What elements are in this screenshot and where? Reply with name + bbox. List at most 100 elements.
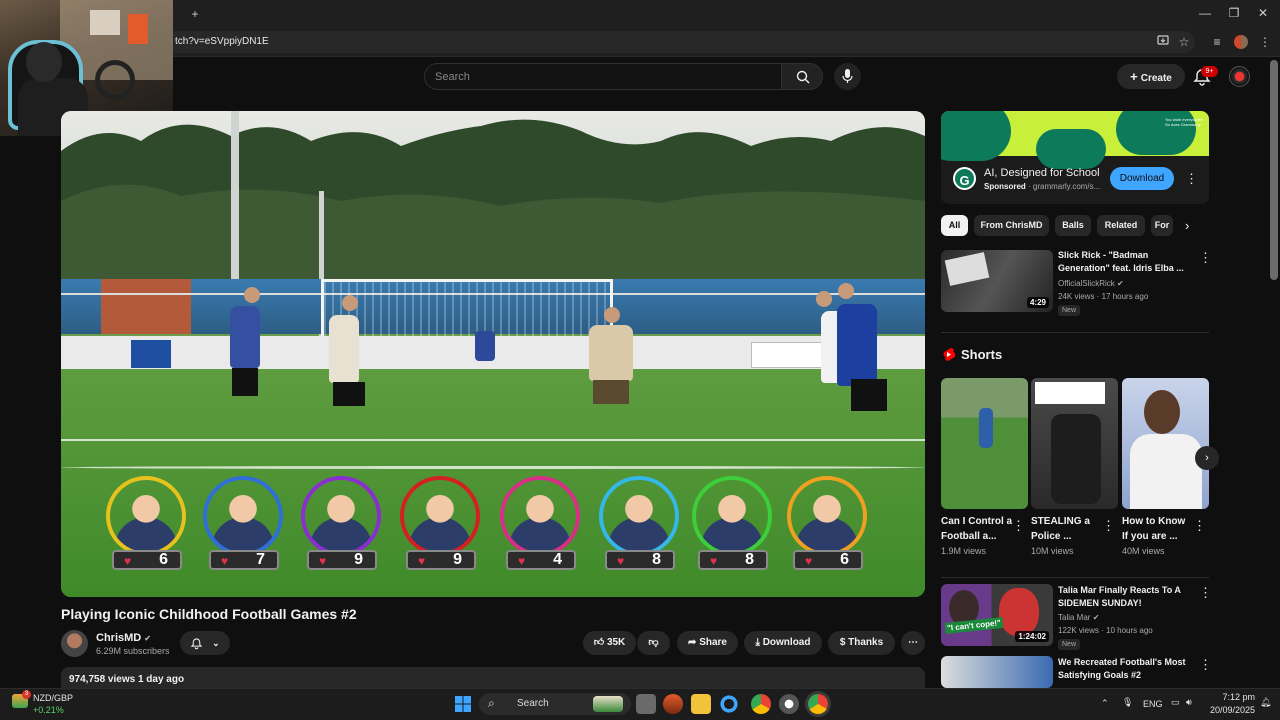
bookmark-star-icon[interactable]: ☆ (1175, 33, 1193, 51)
channel-avatar[interactable] (61, 630, 88, 657)
file-explorer-icon[interactable] (691, 694, 711, 714)
search-button[interactable] (781, 63, 823, 90)
recommended-video-title[interactable]: Talia Mar Finally Reacts To A SIDEMEN SU… (1058, 584, 1193, 610)
video-thumbnail[interactable]: "I can't cope!" 1:24:02 (941, 584, 1053, 646)
chip-for-you[interactable]: For (1151, 215, 1173, 236)
new-tab-button[interactable]: + (186, 5, 204, 23)
views-and-date: 974,758 views 1 day ago (69, 674, 185, 685)
cortana-icon[interactable] (719, 694, 739, 714)
video-thumbnail[interactable] (941, 656, 1053, 688)
score-value: 9 (453, 551, 462, 568)
network-icon[interactable]: ▭ (1171, 697, 1180, 708)
short-thumbnail[interactable] (1122, 378, 1209, 509)
player-score-portrait: ♥ 8 (599, 476, 679, 570)
ad-download-button[interactable]: Download (1110, 167, 1174, 190)
restore-button[interactable]: ❐ (1225, 4, 1243, 22)
language-indicator[interactable]: ENG (1143, 699, 1163, 709)
notification-center-icon[interactable]: 🔔︎ (1260, 697, 1271, 708)
download-button[interactable]: ⤓ Download (744, 631, 822, 655)
player-face-portrait (599, 476, 679, 556)
account-avatar[interactable] (1229, 66, 1250, 87)
short-title[interactable]: STEALING a Police ... (1031, 514, 1103, 544)
score-box: ♥ 6 (112, 550, 182, 570)
url-text: tch?v=eSVppiyDN1E (175, 36, 269, 47)
video-thumbnail[interactable]: 4:29 (941, 250, 1053, 312)
video-more-icon[interactable]: ⋮ (1199, 657, 1212, 673)
thumbnail-face (1144, 390, 1180, 434)
ad-title: AI, Designed for School (984, 167, 1100, 179)
browser-menu-icon[interactable]: ⋮ (1256, 33, 1274, 51)
short-title[interactable]: How to Know If you are ... (1122, 514, 1194, 544)
voice-search-button[interactable] (834, 63, 861, 90)
webcam-steering-wheel (95, 60, 135, 100)
chrome-icon[interactable] (751, 694, 771, 714)
share-button[interactable]: ➦ Share (677, 631, 738, 655)
like-button[interactable]: 👍︎ 35K (583, 631, 636, 655)
chips-next-chevron-icon[interactable]: › (1185, 218, 1189, 233)
volume-icon[interactable]: 🔊︎ (1186, 697, 1192, 708)
recommended-video-title[interactable]: We Recreated Football's Most Satisfying … (1058, 656, 1193, 682)
create-button[interactable]: + Create (1117, 64, 1185, 89)
more-actions-button[interactable]: ⋯ (901, 631, 925, 655)
windows-start-icon[interactable] (455, 696, 471, 712)
player-score-portrait: ♥ 4 (500, 476, 580, 570)
thumbnail-officer (1051, 414, 1101, 504)
short-thumbnail[interactable] (1031, 378, 1118, 509)
chip-balls[interactable]: Balls (1055, 215, 1091, 236)
thumbnail-protest-sign (944, 252, 990, 286)
taskbar-search-label: Search (517, 698, 549, 709)
app-icon[interactable] (779, 694, 799, 714)
video-title: Playing Iconic Childhood Football Games … (61, 606, 357, 622)
taskbar-search[interactable]: ⌕ Search (479, 693, 631, 715)
player-shorts (333, 382, 365, 406)
video-more-icon[interactable]: ⋮ (1199, 250, 1212, 266)
sponsored-ad-card[interactable]: You work everywhere. So does Grammarly. … (941, 111, 1209, 204)
minimize-button[interactable]: — (1196, 4, 1214, 22)
profile-avatar-icon[interactable] (1234, 35, 1248, 49)
task-view-icon[interactable] (636, 694, 656, 714)
chrome-active-icon[interactable] (808, 694, 828, 714)
dislike-button[interactable]: 👎︎ (637, 631, 670, 655)
plus-icon: + (1130, 69, 1138, 84)
thanks-button[interactable]: $ Thanks (828, 631, 895, 655)
microphone-tray-icon[interactable]: 🎙︎ (1122, 697, 1133, 708)
scene-trees (61, 119, 925, 291)
app-icon[interactable] (663, 694, 683, 714)
chip-from-channel[interactable]: From ChrisMD (974, 215, 1049, 236)
channel-name-text: ChrisMD (96, 632, 142, 644)
ad-banner-text: You work everywhere. So does Grammarly. (1165, 117, 1205, 127)
address-bar[interactable]: tch?v=eSVppiyDN1E (165, 31, 1195, 53)
verified-icon: ✔ (1092, 613, 1100, 622)
short-more-icon[interactable]: ⋮ (1012, 518, 1025, 534)
video-player[interactable]: ♥ 6 ♥ 7 ♥ 9 ♥ 9 ♥ 4 ♥ 8 ♥ 8 ♥ 6 (61, 111, 925, 597)
verified-icon: ✔ (1116, 279, 1124, 288)
heart-icon: ♥ (221, 554, 229, 568)
subscriber-count: 6.29M subscribers (96, 646, 170, 656)
search-input[interactable]: Search (424, 63, 782, 90)
short-title[interactable]: Can I Control a Football a... (941, 514, 1013, 544)
install-app-icon[interactable] (1154, 33, 1172, 51)
video-more-icon[interactable]: ⋮ (1199, 585, 1212, 601)
tray-overflow-icon[interactable]: ⌃ (1101, 698, 1109, 709)
page-scrollbar[interactable] (1270, 60, 1278, 280)
short-thumbnail[interactable] (941, 378, 1028, 509)
subscription-bell-button[interactable]: ⌄ (180, 631, 230, 655)
verified-badge-icon: ✔ (144, 634, 151, 643)
clock-time[interactable]: 7:12 pm (1210, 692, 1255, 702)
shorts-heading: Shorts (961, 347, 1003, 362)
short-more-icon[interactable]: ⋮ (1102, 518, 1115, 534)
close-window-button[interactable]: ✕ (1254, 4, 1272, 22)
ad-more-icon[interactable]: ⋮ (1185, 171, 1198, 187)
score-value: 6 (159, 551, 168, 568)
clock-date[interactable]: 20/09/2025 (1205, 705, 1255, 715)
chip-all[interactable]: All (941, 215, 968, 236)
ad-banner-shape (1036, 129, 1106, 169)
chevron-down-icon: ⌄ (212, 638, 220, 648)
short-more-icon[interactable]: ⋮ (1193, 518, 1206, 534)
media-controls-icon[interactable]: ≡ (1208, 33, 1226, 51)
recommended-video-title[interactable]: Slick Rick - "Badman Generation" feat. I… (1058, 249, 1193, 275)
chip-related[interactable]: Related (1097, 215, 1145, 236)
channel-name[interactable]: ChrisMD ✔ (96, 632, 151, 644)
like-count: 35K (606, 637, 626, 648)
shorts-next-button[interactable]: › (1195, 446, 1219, 470)
